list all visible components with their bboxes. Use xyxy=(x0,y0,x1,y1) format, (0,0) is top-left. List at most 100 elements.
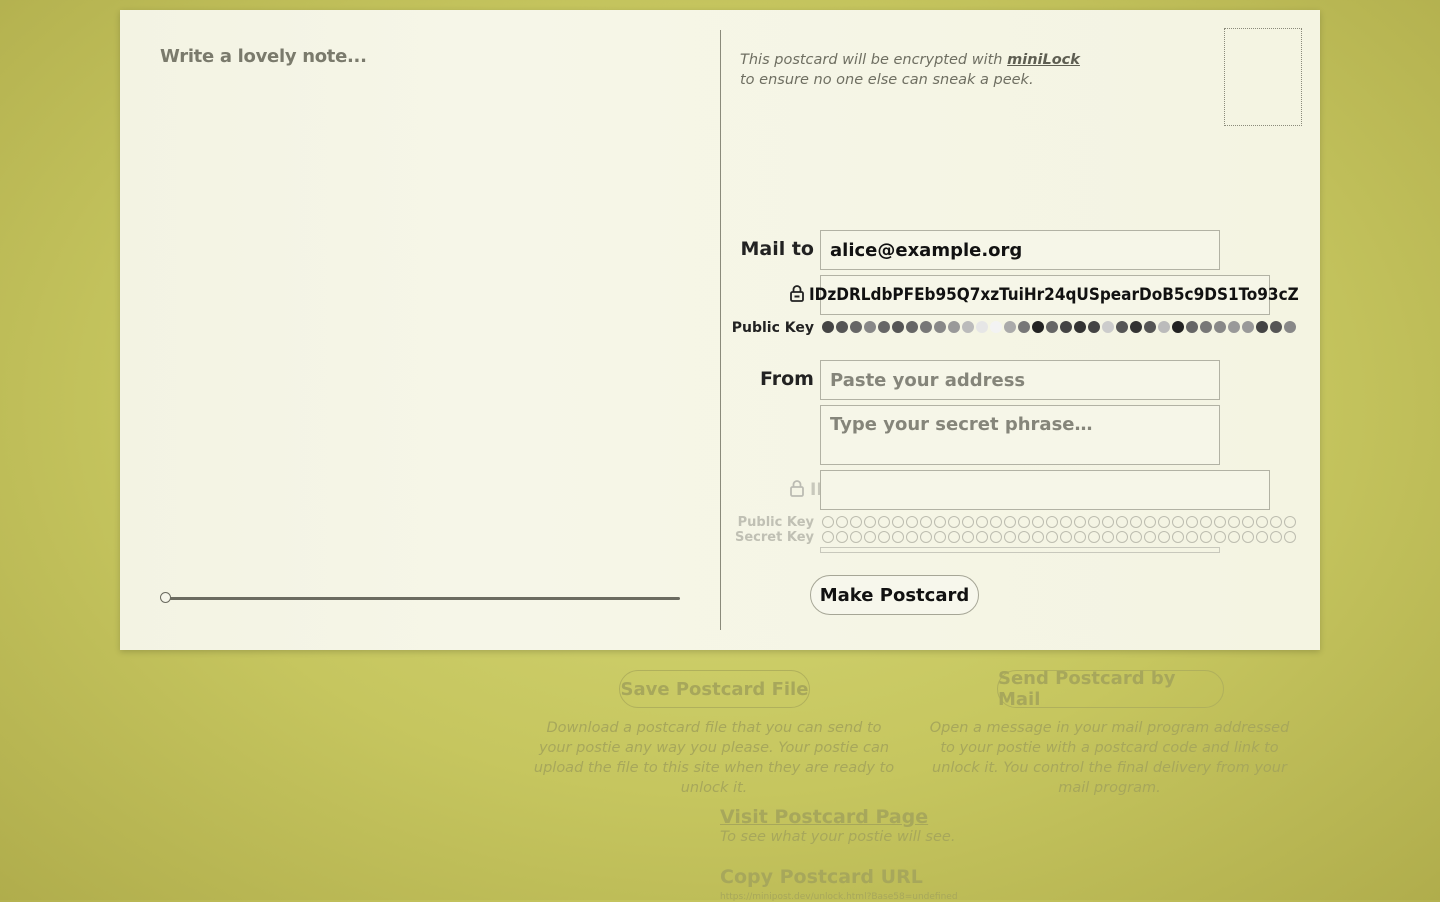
key-dot xyxy=(878,531,890,543)
key-dot xyxy=(948,531,960,543)
key-dot xyxy=(850,531,862,543)
from-address-input[interactable]: Paste your address xyxy=(820,360,1220,400)
key-dot xyxy=(836,321,848,333)
key-dot xyxy=(1172,531,1184,543)
key-dot xyxy=(1018,321,1030,333)
key-dot xyxy=(976,531,988,543)
copy-postcard-url-button[interactable]: Copy Postcard URL xyxy=(720,866,923,888)
key-dot xyxy=(1088,531,1100,543)
key-dot xyxy=(1060,531,1072,543)
key-dot xyxy=(934,516,946,528)
key-dot xyxy=(1116,531,1128,543)
key-dot xyxy=(1018,516,1030,528)
mail-to-label: Mail to xyxy=(740,238,814,260)
sender-secret-key-label: Secret Key xyxy=(735,530,814,545)
key-dot xyxy=(920,321,932,333)
font-size-slider-track[interactable] xyxy=(166,597,680,600)
font-size-slider-thumb[interactable] xyxy=(160,592,171,603)
note-textarea[interactable]: Write a lovely note... xyxy=(160,46,367,67)
postcard: Write a lovely note... This postcard wil… xyxy=(120,10,1320,650)
visit-postcard-page-link[interactable]: Visit Postcard Page xyxy=(720,806,928,828)
key-dot xyxy=(1256,516,1268,528)
sender-public-key-label: Public Key xyxy=(737,515,814,530)
key-dot xyxy=(1270,321,1282,333)
key-dot xyxy=(1018,531,1030,543)
key-dot xyxy=(1088,516,1100,528)
key-dot xyxy=(1242,516,1254,528)
key-dot xyxy=(934,321,946,333)
key-dot xyxy=(1214,516,1226,528)
key-dot xyxy=(836,516,848,528)
key-dot xyxy=(1228,516,1240,528)
recipient-public-key-label: Public Key xyxy=(731,320,814,336)
sender-secret-key-dots xyxy=(822,531,1296,543)
key-dot xyxy=(850,321,862,333)
encryption-note: This postcard will be encrypted with min… xyxy=(740,50,1080,90)
key-dot xyxy=(1144,516,1156,528)
key-dot xyxy=(976,516,988,528)
encryption-note-line2: to ensure no one else can sneak a peek. xyxy=(740,72,1034,88)
send-postcard-by-mail-button[interactable]: Send Postcard by Mail xyxy=(997,668,1224,710)
key-dot xyxy=(836,531,848,543)
key-dot xyxy=(1032,531,1044,543)
key-dot xyxy=(878,516,890,528)
key-dot xyxy=(878,321,890,333)
make-postcard-button[interactable]: Make Postcard xyxy=(810,575,979,615)
key-dot xyxy=(1200,321,1212,333)
key-dot xyxy=(1158,516,1170,528)
key-dot xyxy=(1116,516,1128,528)
key-dot xyxy=(906,531,918,543)
key-dot xyxy=(864,321,876,333)
key-dot xyxy=(962,321,974,333)
key-dot xyxy=(1228,531,1240,543)
key-dot xyxy=(1242,321,1254,333)
key-dot xyxy=(1060,516,1072,528)
recipient-public-key-dots xyxy=(822,321,1296,333)
key-dot xyxy=(1046,531,1058,543)
key-dot xyxy=(1130,516,1142,528)
key-dot xyxy=(1242,531,1254,543)
key-dot xyxy=(920,516,932,528)
save-postcard-file-button[interactable]: Save Postcard File xyxy=(619,670,810,708)
key-dot xyxy=(1130,321,1142,333)
key-dot xyxy=(1074,516,1086,528)
key-dot xyxy=(1200,531,1212,543)
recipient-id-value: IDzDRLdbPFEb95Q7xzTuiHr24qUSpearDoB5c9DS… xyxy=(809,285,1299,305)
key-dot xyxy=(864,531,876,543)
lock-icon xyxy=(790,285,804,302)
key-dot xyxy=(1186,516,1198,528)
key-dot xyxy=(1032,516,1044,528)
minilock-link[interactable]: miniLock xyxy=(1007,52,1080,68)
key-dot xyxy=(1284,321,1296,333)
send-postcard-by-mail-description: Open a message in your mail program addr… xyxy=(929,720,1290,796)
key-dot xyxy=(1228,321,1240,333)
key-dot xyxy=(1284,531,1296,543)
key-dot xyxy=(892,321,904,333)
key-dot xyxy=(850,516,862,528)
key-dot xyxy=(1074,321,1086,333)
key-dot xyxy=(1004,321,1016,333)
key-dot xyxy=(1130,531,1142,543)
key-dot xyxy=(1102,516,1114,528)
mail-to-input[interactable]: alice@example.org xyxy=(820,230,1220,270)
key-dot xyxy=(1200,516,1212,528)
key-dot xyxy=(822,531,834,543)
key-dot xyxy=(1270,531,1282,543)
key-strength-bar xyxy=(820,547,1220,553)
key-dot xyxy=(962,531,974,543)
secret-phrase-input[interactable]: Type your secret phrase… xyxy=(820,405,1220,465)
key-dot xyxy=(990,321,1002,333)
key-dot xyxy=(1158,321,1170,333)
key-dot xyxy=(906,516,918,528)
key-dot xyxy=(1032,321,1044,333)
sender-id-field[interactable] xyxy=(820,470,1270,510)
key-dot xyxy=(1270,516,1282,528)
encryption-note-line1: This postcard will be encrypted with xyxy=(740,52,1008,68)
key-dot xyxy=(1256,531,1268,543)
save-postcard-file-description: Download a postcard file that you can se… xyxy=(533,720,895,796)
key-dot xyxy=(1186,531,1198,543)
key-dot xyxy=(906,321,918,333)
recipient-id-field[interactable]: IDzDRLdbPFEb95Q7xzTuiHr24qUSpearDoB5c9DS… xyxy=(809,275,1299,315)
key-dot xyxy=(1074,531,1086,543)
key-dot xyxy=(1186,321,1198,333)
